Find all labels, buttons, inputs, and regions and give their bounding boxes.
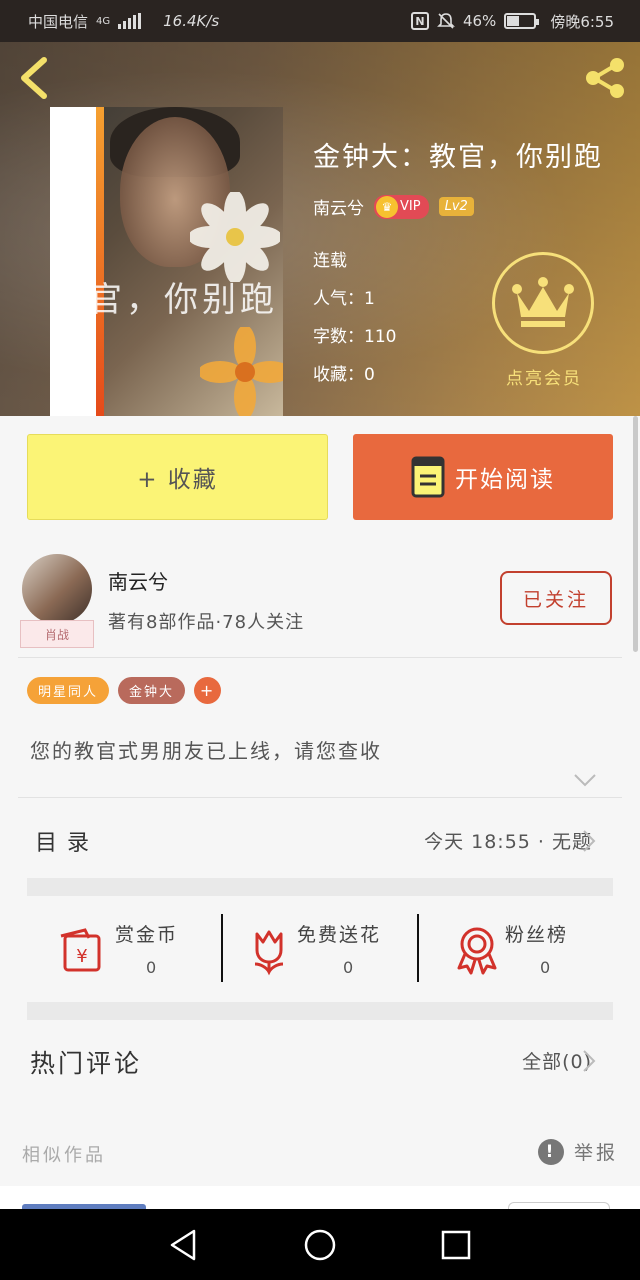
section-divider — [27, 878, 613, 896]
word-count: 字数：110 — [313, 327, 397, 347]
tag-kim-jongdae[interactable]: 金钟大 — [118, 677, 186, 704]
book-intro: 您的教官式男朋友已上线，请您查收 — [30, 739, 382, 763]
award-ribbon-icon — [457, 927, 497, 975]
similar-works-list — [0, 1186, 640, 1210]
battery-percent: 46% — [462, 12, 497, 30]
send-flower-count: 0 — [343, 958, 354, 977]
signal-icon — [118, 13, 142, 29]
recents-square-icon[interactable] — [438, 1227, 474, 1263]
vip-badge: ♛ VIP — [374, 194, 429, 219]
report-label: 举报 — [573, 1142, 618, 1164]
avatar-tag: 肖战 — [20, 620, 94, 648]
nfc-icon: N — [410, 12, 429, 30]
level-badge: Lv2 — [438, 197, 474, 216]
back-triangle-icon[interactable] — [166, 1227, 202, 1263]
serial-status: 连载 — [313, 251, 347, 271]
cover-title-text: 教官，你别跑 — [50, 280, 278, 320]
hot-comments-row[interactable]: 热门评论 全部(0) — [0, 1020, 640, 1112]
carrier-label: 中国电信 — [28, 12, 89, 31]
member-button[interactable]: 点亮会员 — [492, 252, 596, 389]
chevron-right-icon — [583, 830, 596, 852]
report-button[interactable]: ! 举报 — [537, 1138, 618, 1165]
reward-stats: ¥ 赏金币 0 免费送花 0 粉丝榜 0 — [27, 896, 613, 1002]
section-divider — [27, 1002, 613, 1020]
author-row: 南云兮 ♛ VIP Lv2 — [313, 194, 474, 219]
battery-icon — [504, 13, 540, 29]
scrollbar[interactable] — [633, 416, 638, 652]
author-card: 肖战 南云兮 著有8部作品·78人关注 已关注 — [0, 540, 640, 658]
start-reading-button[interactable]: 开始阅读 — [353, 434, 613, 520]
fan-ranking-label: 粉丝榜 — [505, 924, 569, 946]
tag-celebrity-fanfic[interactable]: 明星同人 — [27, 677, 110, 704]
author-avatar[interactable] — [22, 554, 92, 624]
collection-count: 收藏：0 — [313, 365, 375, 385]
reward-coins-label: 赏金币 — [115, 924, 179, 946]
cover-flower-image — [190, 192, 280, 282]
send-flower-label: 免费送花 — [297, 924, 382, 946]
exclamation-icon: ! — [537, 1138, 564, 1165]
collect-button[interactable]: + 收藏 — [27, 434, 328, 520]
author-card-name[interactable]: 南云兮 — [108, 566, 168, 595]
chevron-down-icon[interactable] — [573, 772, 597, 788]
cover-flower-image — [200, 327, 283, 416]
divider — [18, 657, 622, 658]
fan-ranking-button[interactable]: 粉丝榜 0 — [419, 896, 613, 1002]
member-label: 点亮会员 — [506, 369, 582, 389]
crown-icon: ♛ — [376, 195, 398, 218]
crown-icon — [492, 252, 594, 354]
add-tag-button[interactable]: + — [194, 677, 222, 704]
hot-comments-title: 热门评论 — [30, 1049, 143, 1078]
reward-coins-button[interactable]: ¥ 赏金币 0 — [27, 896, 221, 1002]
similar-works-header: 相似作品 ! 举报 — [0, 1120, 640, 1186]
tag-list: 明星同人 金钟大 + — [27, 677, 222, 704]
flower-icon — [254, 930, 284, 976]
author-stats: 著有8部作品·78人关注 — [108, 612, 305, 633]
network-type: 4G — [96, 15, 111, 27]
network-speed: 16.4K/s — [163, 12, 220, 30]
divider — [18, 797, 622, 798]
reward-coins-count: 0 — [146, 958, 157, 977]
status-bar: 中国电信 4G 16.4K/s N 46% 傍晚6:55 — [0, 0, 640, 42]
system-nav-bar — [0, 1209, 640, 1280]
book-icon — [411, 456, 445, 498]
popularity: 人气：1 — [313, 289, 375, 309]
chevron-right-icon — [583, 1050, 596, 1072]
toc-row[interactable]: 目录 今天 18:55 · 无题 — [0, 800, 640, 878]
book-title: 金钟大：教官，你别跑 — [313, 142, 603, 173]
author-name[interactable]: 南云兮 — [313, 194, 364, 219]
clock: 傍晚6:55 — [550, 12, 614, 31]
follow-button[interactable]: 已关注 — [500, 571, 612, 625]
back-arrow-icon[interactable] — [16, 56, 52, 100]
toc-label: 目录 — [35, 831, 100, 856]
fan-ranking-count: 0 — [540, 958, 551, 977]
book-cover[interactable]: 教官，你别跑 — [50, 107, 283, 416]
home-circle-icon[interactable] — [302, 1227, 338, 1263]
share-icon[interactable] — [582, 56, 628, 100]
start-reading-label: 开始阅读 — [455, 467, 555, 493]
mute-bell-icon — [437, 13, 455, 29]
latest-chapter: 今天 18:55 · 无题 — [424, 831, 592, 853]
svg-text:¥: ¥ — [76, 946, 87, 967]
send-flower-button[interactable]: 免费送花 0 — [223, 896, 417, 1002]
similar-works-title: 相似作品 — [22, 1145, 106, 1166]
red-envelope-icon: ¥ — [60, 928, 101, 972]
book-header: 教官，你别跑 金钟大：教官，你别跑 南云兮 ♛ VIP Lv2 连载 人气：1 … — [0, 42, 640, 416]
